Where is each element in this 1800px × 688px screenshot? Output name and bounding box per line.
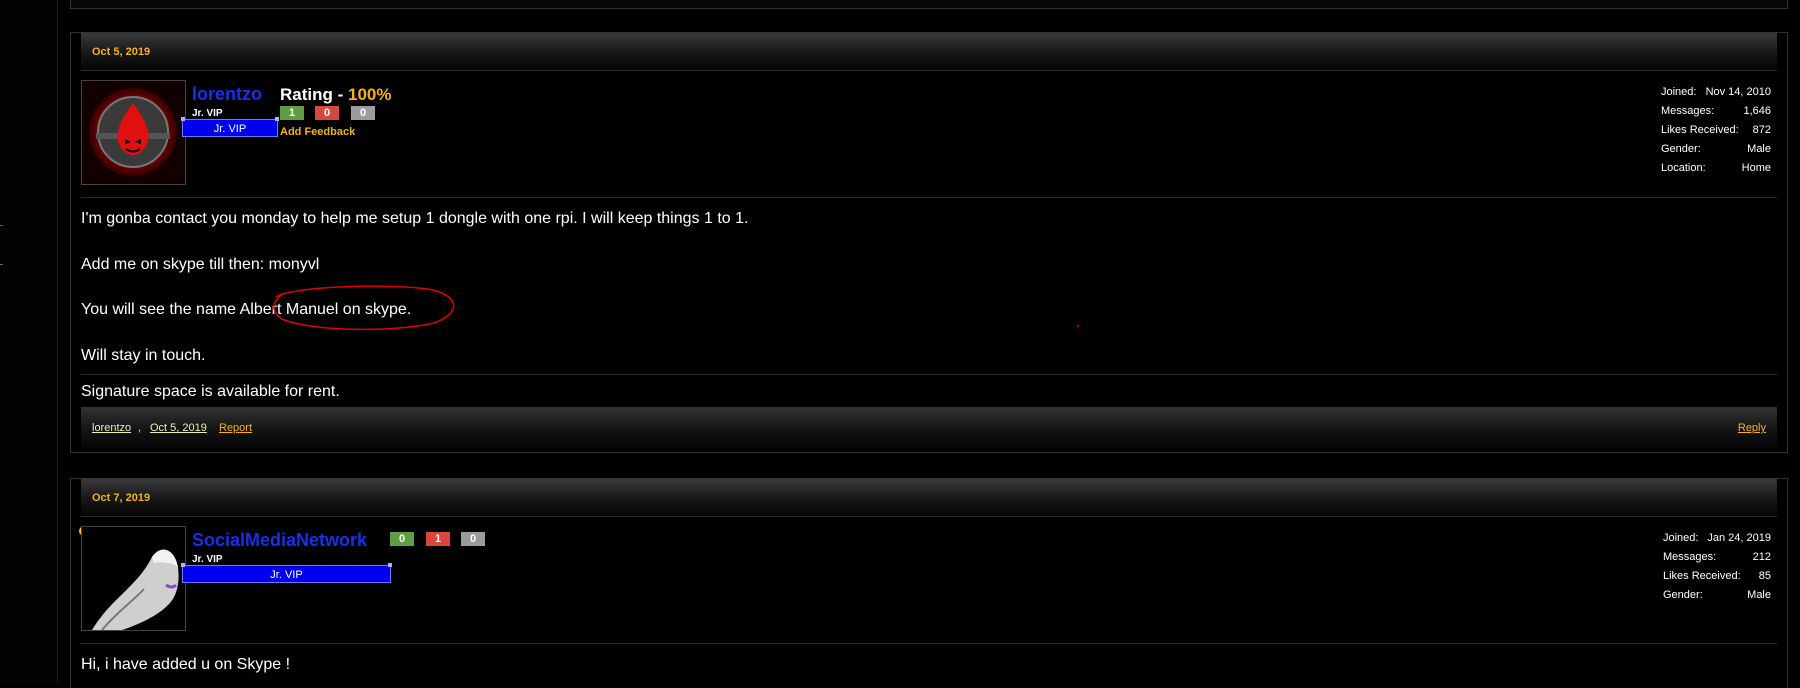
neutral-feedback-count[interactable]: 0 (461, 532, 485, 546)
avatar[interactable] (81, 526, 186, 631)
post-socialmedianetwork: Oct 7, 2019 SocialMediaNetwork Jr. VIP J… (70, 478, 1788, 688)
message-line: I'm gonba contact you monday to help me … (81, 210, 749, 227)
stat-row: Gender: Male (1661, 143, 1771, 155)
stat-row: Gender: Male (1663, 589, 1771, 601)
message-line: Add me on skype till then: monyvl (81, 256, 320, 273)
username[interactable]: lorentzo (192, 84, 262, 105)
post-lorentzo: Oct 5, 2019 lorentzo Jr. VIP Jr. VIP Rat… (70, 32, 1788, 453)
avatar[interactable] (81, 80, 186, 185)
red-hood-avatar-icon (82, 81, 185, 184)
stat-value: 85 (1758, 570, 1771, 582)
stat-label: Location: (1661, 162, 1706, 174)
stat-value: Male (1747, 143, 1771, 155)
stat-value: Nov 14, 2010 (1705, 86, 1771, 98)
post-footer: lorentzo , Oct 5, 2019 Report Reply (81, 407, 1777, 448)
stat-value: 1,646 (1743, 105, 1771, 117)
footer-separator: , (138, 422, 142, 434)
sidebar-marker (0, 264, 3, 265)
post-date-header: Oct 5, 2019 (81, 33, 1777, 71)
post-date-link[interactable]: Oct 5, 2019 (150, 422, 207, 434)
rating-percent: 100% (348, 85, 392, 104)
stat-value: 212 (1752, 551, 1771, 563)
signature-divider (81, 374, 1777, 375)
negative-feedback-count[interactable]: 1 (426, 532, 450, 546)
masked-face-avatar-icon (82, 527, 185, 630)
user-title: Jr. VIP (192, 554, 223, 565)
author-link[interactable]: lorentzo (92, 422, 131, 434)
previous-post-bottom (70, 0, 1788, 9)
stat-label: Joined: (1661, 86, 1697, 98)
stat-row: Likes Received: 872 (1661, 124, 1771, 136)
positive-feedback-count[interactable]: 1 (280, 106, 304, 120)
stat-value: 872 (1752, 124, 1771, 136)
stat-row: Likes Received: 85 (1663, 570, 1771, 582)
stat-label: Gender: (1663, 589, 1703, 601)
post-date-header: Oct 7, 2019 (81, 479, 1777, 517)
message-line: Will stay in touch. (81, 347, 206, 364)
stat-value: Jan 24, 2019 (1707, 532, 1771, 544)
signature: Signature space is available for rent. (81, 383, 340, 400)
post-date: Oct 5, 2019 (92, 46, 151, 58)
stat-value: Male (1747, 589, 1771, 601)
stat-row: Messages: 1,646 (1661, 105, 1771, 117)
negative-feedback-count[interactable]: 0 (315, 106, 339, 120)
stat-label: Joined: (1663, 532, 1699, 544)
post-user-info: lorentzo Jr. VIP Jr. VIP Rating - 100% 1… (81, 70, 1777, 198)
stat-label: Likes Received: (1663, 570, 1741, 582)
post-date: Oct 7, 2019 (92, 492, 151, 504)
stray-red-mark (1077, 325, 1079, 327)
stat-row: Messages: 212 (1663, 551, 1771, 563)
neutral-feedback-count[interactable]: 0 (351, 106, 375, 120)
positive-feedback-count[interactable]: 0 (390, 532, 414, 546)
stat-value: Home (1741, 162, 1771, 174)
stat-row: Location: Home (1661, 162, 1771, 174)
add-feedback-link[interactable]: Add Feedback (280, 126, 355, 138)
stat-row: Joined: Jan 24, 2019 (1663, 532, 1771, 544)
stat-label: Messages: (1663, 551, 1717, 563)
stat-label: Likes Received: (1661, 124, 1739, 136)
user-banner: Jr. VIP (181, 563, 392, 583)
message-line: Hi, i have added u on Skype ! (81, 656, 291, 673)
post-user-info: SocialMediaNetwork Jr. VIP Jr. VIP 0 1 0… (79, 516, 1777, 644)
sidebar-marker (0, 225, 3, 226)
user-banner: Jr. VIP (181, 117, 279, 137)
rating: Rating - 100% (280, 85, 391, 105)
stat-label: Messages: (1661, 105, 1715, 117)
reply-link[interactable]: Reply (1738, 422, 1766, 434)
left-sidebar (0, 0, 58, 683)
report-link[interactable]: Report (219, 422, 252, 434)
rating-label: Rating - (280, 85, 348, 104)
user-title: Jr. VIP (192, 108, 223, 119)
annotation-circle (273, 285, 455, 331)
stat-row: Joined: Nov 14, 2010 (1661, 86, 1771, 98)
username[interactable]: SocialMediaNetwork (192, 530, 367, 551)
stat-label: Gender: (1661, 143, 1701, 155)
